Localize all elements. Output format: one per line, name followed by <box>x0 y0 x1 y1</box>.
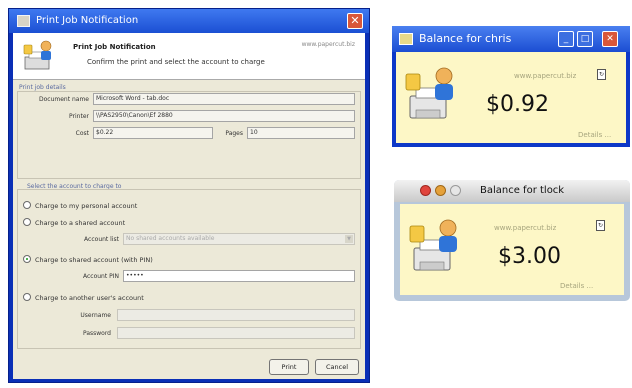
radio-another-user[interactable]: Charge to another user's account <box>23 292 144 304</box>
printer-field: \\PAS2950\Canon\Ef 2880 <box>93 110 355 122</box>
account-list-dropdown[interactable]: No shared accounts available ▼ <box>123 233 355 245</box>
radio-shared-account[interactable]: Charge to a shared account <box>23 217 125 229</box>
print-button[interactable]: Print <box>269 359 309 375</box>
details-link[interactable]: Details ... <box>560 282 593 290</box>
dialog-header: Print Job Notification Confirm the print… <box>13 33 365 80</box>
radio-label: Charge to my personal account <box>35 202 138 210</box>
username-field[interactable] <box>117 309 355 321</box>
account-pin-field[interactable]: ••••• <box>123 270 355 282</box>
charge-group <box>17 189 361 349</box>
refresh-icon[interactable]: ↻ <box>597 69 606 80</box>
window-icon <box>17 15 30 27</box>
pages-field: 10 <box>247 127 355 139</box>
window-title: Balance for tlock <box>480 185 565 196</box>
close-icon[interactable]: ✕ <box>347 13 363 29</box>
pages-label: Pages <box>225 130 243 137</box>
radio-button[interactable] <box>23 201 31 209</box>
details-link[interactable]: Details ... <box>578 131 611 139</box>
print-job-notification-window: Print Job Notification ✕ Print Job Notif… <box>8 8 370 383</box>
cost-label: Cost <box>75 130 89 137</box>
radio-label: Charge to shared account (with PIN) <box>35 256 153 264</box>
radio-label: Charge to a shared account <box>35 219 126 227</box>
papercut-link[interactable]: www.papercut.biz <box>302 41 355 48</box>
printer-user-icon <box>405 67 453 119</box>
printer-user-icon <box>409 219 457 271</box>
printer-user-icon <box>23 40 52 70</box>
username-label: Username <box>80 312 111 319</box>
document-name-field: Microsoft Word - tab.doc <box>93 93 355 105</box>
account-list-value: No shared accounts available <box>126 235 215 242</box>
title-bar[interactable]: Balance for tlock <box>394 180 630 202</box>
cost-field: $0.22 <box>93 127 213 139</box>
job-details-label: Print job details <box>19 84 66 91</box>
cancel-button[interactable]: Cancel <box>315 359 359 375</box>
dialog-header-subtitle: Confirm the print and select the account… <box>87 58 265 66</box>
refresh-icon[interactable]: ↻ <box>596 220 605 231</box>
radio-button-selected[interactable] <box>23 255 31 263</box>
maximize-icon[interactable]: □ <box>577 31 593 47</box>
window-icon <box>399 33 413 45</box>
balance-window-chris: Balance for chris _ □ ✕ www.papercut.biz… <box>392 26 630 147</box>
password-label: Password <box>82 330 111 337</box>
close-icon[interactable] <box>420 185 431 196</box>
window-title: Print Job Notification <box>36 15 139 26</box>
radio-button[interactable] <box>23 293 31 301</box>
window-title: Balance for chris <box>419 32 512 45</box>
password-field[interactable] <box>117 327 355 339</box>
radio-label: Charge to another user's account <box>35 294 144 302</box>
balance-window-tlock: Balance for tlock www.papercut.biz ↻ $3.… <box>394 180 630 301</box>
papercut-link[interactable]: www.papercut.biz <box>494 224 556 232</box>
balance-amount: $3.00 <box>498 244 561 269</box>
printer-label: Printer <box>69 113 89 120</box>
account-pin-label: Account PIN <box>82 273 119 280</box>
papercut-link[interactable]: www.papercut.biz <box>514 72 576 80</box>
radio-personal-account[interactable]: Charge to my personal account <box>23 200 137 212</box>
title-bar[interactable]: Balance for chris _ □ ✕ <box>392 26 630 52</box>
balance-amount: $0.92 <box>486 92 549 117</box>
dialog-body: Print Job Notification Confirm the print… <box>13 33 365 379</box>
dialog-header-title: Print Job Notification <box>73 43 156 51</box>
title-bar[interactable]: Print Job Notification ✕ <box>9 9 369 33</box>
document-name-label: Document name <box>38 96 89 103</box>
minimize-icon[interactable]: _ <box>558 31 574 47</box>
radio-shared-account-pin[interactable]: Charge to shared account (with PIN) <box>23 254 153 266</box>
radio-button[interactable] <box>23 218 31 226</box>
balance-body: www.papercut.biz ↻ $3.00 Details ... <box>400 204 624 295</box>
balance-body: www.papercut.biz ↻ $0.92 Details ... <box>396 52 626 143</box>
account-list-label: Account list <box>84 236 119 243</box>
chevron-down-icon[interactable]: ▼ <box>345 235 353 243</box>
close-icon[interactable]: ✕ <box>602 31 618 47</box>
zoom-icon[interactable] <box>450 185 461 196</box>
minimize-icon[interactable] <box>435 185 446 196</box>
